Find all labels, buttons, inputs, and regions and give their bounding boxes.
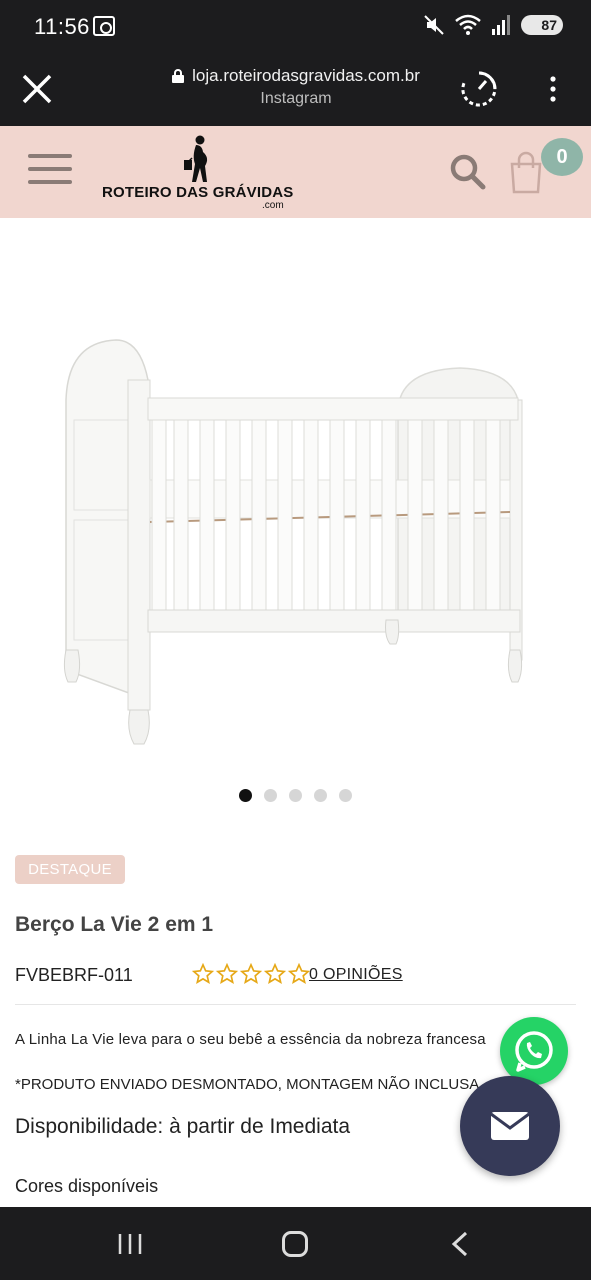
close-icon[interactable] (20, 72, 54, 106)
star-empty-icon (192, 963, 214, 984)
status-bar: 11:56 87 (0, 0, 591, 52)
browser-toolbar: loja.roteirodasgravidas.com.br Instagram (0, 52, 591, 126)
product-image-crib[interactable] (40, 320, 540, 760)
featured-badge: DESTAQUE (15, 855, 125, 884)
wifi-icon (455, 14, 481, 35)
star-empty-icon (240, 963, 262, 984)
system-nav-bar (0, 1207, 591, 1280)
star-empty-icon (264, 963, 286, 984)
more-options-icon[interactable] (541, 74, 565, 104)
logo-text: ROTEIRO DAS GRÁVIDAS (102, 184, 294, 201)
search-icon[interactable] (448, 152, 488, 192)
carousel-dot-2[interactable] (264, 789, 277, 802)
status-time: 11:56 (34, 14, 90, 39)
logo-domain: .com (262, 200, 284, 211)
star-empty-icon (288, 963, 310, 984)
menu-hamburger-icon[interactable] (28, 154, 72, 190)
assembly-notice: *PRODUTO ENVIADO DESMONTADO, MONTAGEM NÃ… (15, 1076, 480, 1093)
shopping-bag-icon[interactable] (508, 150, 544, 194)
pregnant-woman-logo-icon (184, 135, 208, 182)
status-icons: 87 (423, 14, 563, 36)
carousel-dot-3[interactable] (289, 789, 302, 802)
product-title: Berço La Vie 2 em 1 (15, 913, 214, 936)
recent-apps-icon[interactable] (116, 1233, 144, 1255)
carousel-dot-1[interactable] (239, 789, 252, 802)
product-sku: FVBEBRF-011 (15, 965, 133, 985)
lock-icon (172, 69, 185, 83)
url-source: Instagram (260, 90, 332, 107)
carousel-dot-5[interactable] (339, 789, 352, 802)
envelope-icon (490, 1112, 530, 1140)
url-bar[interactable]: loja.roteirodasgravidas.com.br Instagram (160, 66, 432, 108)
screenshot-icon (93, 16, 115, 36)
url-text: loja.roteirodasgravidas.com.br (192, 66, 420, 85)
site-header: ROTEIRO DAS GRÁVIDAS .com (0, 126, 591, 218)
contact-email-button[interactable] (460, 1076, 560, 1176)
availability-text: Disponibilidade: à partir de Imediata (15, 1115, 351, 1138)
site-logo[interactable]: ROTEIRO DAS GRÁVIDAS .com (100, 134, 294, 214)
carousel-dot-4[interactable] (314, 789, 327, 802)
reviews-link[interactable]: 0 OPINIÕES (309, 966, 403, 984)
home-icon[interactable] (282, 1231, 308, 1257)
star-empty-icon (216, 963, 238, 984)
divider (15, 1004, 576, 1005)
whatsapp-icon (515, 1031, 553, 1072)
mute-icon (424, 15, 444, 35)
back-icon[interactable] (450, 1231, 470, 1257)
whatsapp-button[interactable] (500, 1017, 568, 1085)
carousel-dots (239, 789, 352, 802)
sku-rating-row: FVBEBRF-011 0 OPINIÕES (15, 963, 575, 991)
signal-icon (492, 15, 510, 35)
battery-indicator: 87 (521, 15, 563, 35)
colors-label: Cores disponíveis (15, 1176, 159, 1196)
product-description: A Linha La Vie leva para o seu bebê a es… (15, 1031, 486, 1048)
cart-count-badge[interactable]: 0 (541, 138, 583, 176)
page-speed-icon[interactable] (460, 70, 498, 108)
rating-stars[interactable] (192, 963, 310, 985)
